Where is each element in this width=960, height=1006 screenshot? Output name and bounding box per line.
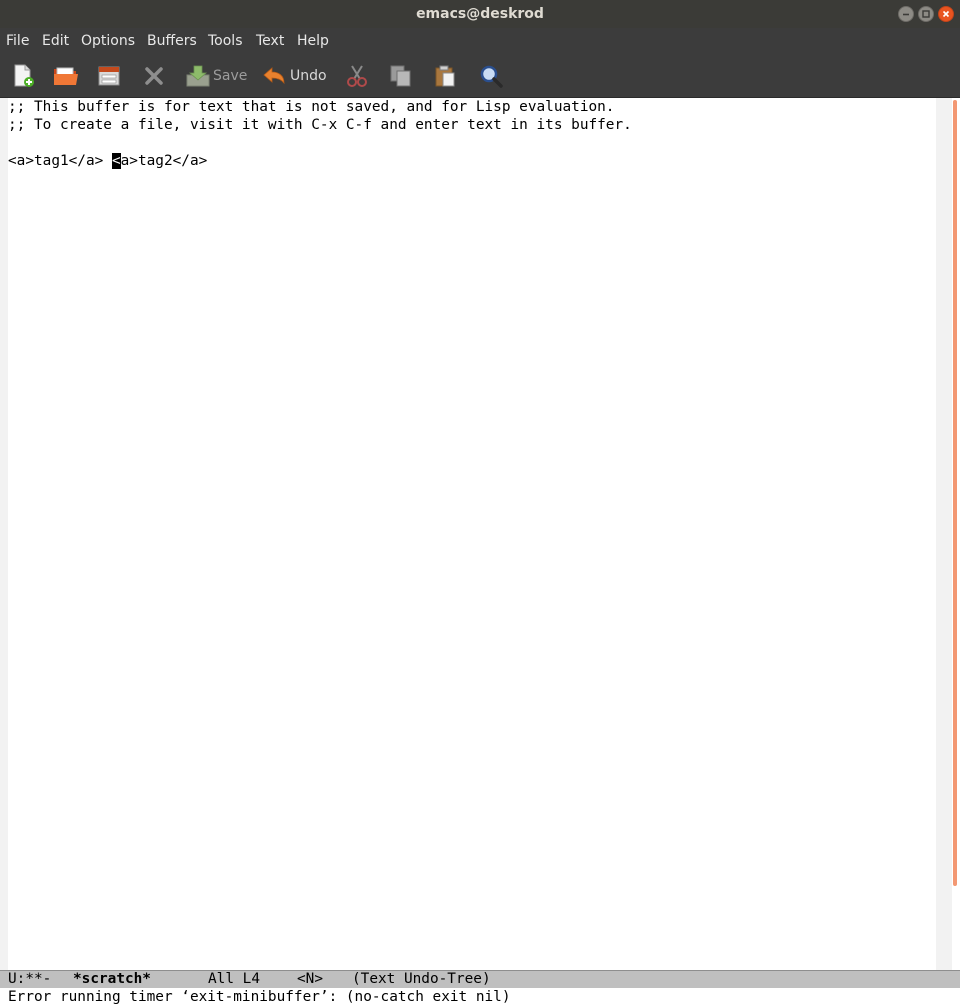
cut-button[interactable]: [344, 62, 370, 90]
close-icon: [942, 10, 950, 18]
left-fringe: [0, 98, 8, 970]
new-file-button[interactable]: [10, 62, 36, 90]
modeline-buffer-name[interactable]: *scratch*: [73, 971, 151, 988]
menu-file[interactable]: File: [6, 28, 29, 54]
new-file-icon: [14, 64, 34, 87]
copy-icon: [390, 65, 411, 87]
buffer-line-1: ;; This buffer is for text that is not s…: [8, 99, 615, 115]
right-fringe: [936, 98, 952, 970]
minimize-button[interactable]: [898, 6, 914, 22]
menu-buffers[interactable]: Buffers: [147, 28, 197, 54]
mode-line[interactable]: U:**- *scratch* All L4 <N> (Text Undo-Tr…: [0, 970, 960, 988]
paste-button[interactable]: [432, 62, 458, 90]
menu-edit[interactable]: Edit: [42, 28, 69, 54]
modeline-narrow: <N>: [297, 971, 323, 987]
menu-tools[interactable]: Tools: [208, 28, 243, 54]
close-window-button[interactable]: [938, 6, 954, 22]
echo-message: Error running timer ‘exit-minibuffer’: (…: [8, 989, 511, 1005]
text-buffer[interactable]: ;; This buffer is for text that is not s…: [8, 98, 936, 970]
text-cursor: <: [111, 153, 121, 169]
dired-button[interactable]: [96, 62, 122, 90]
menu-text[interactable]: Text: [256, 28, 284, 54]
cut-icon: [347, 65, 367, 87]
modeline-status: U:**-: [8, 971, 52, 987]
undo-icon: [263, 67, 285, 85]
window-title: emacs@deskrod: [416, 6, 544, 22]
save-label: Save: [213, 68, 248, 84]
save-icon: [186, 65, 210, 87]
tool-bar: Save Undo: [0, 54, 960, 98]
echo-area: Error running timer ‘exit-minibuffer’: (…: [0, 988, 960, 1006]
close-buffer-icon: [145, 67, 163, 85]
search-button[interactable]: [478, 62, 504, 90]
buffer-line-4: <a>tag1</a> <a>tag2</a>: [8, 152, 207, 170]
open-file-button[interactable]: [52, 62, 80, 90]
scrollbar-thumb[interactable]: [953, 100, 957, 886]
undo-label: Undo: [290, 68, 327, 84]
open-folder-icon: [54, 67, 78, 85]
copy-button[interactable]: [388, 62, 414, 90]
line-text-after-cursor: a>tag2</a>: [120, 153, 208, 169]
dired-icon: [98, 66, 120, 86]
search-icon: [480, 65, 503, 88]
line-text-before-cursor: <a>tag1</a>: [8, 153, 112, 169]
maximize-icon: [922, 10, 930, 18]
buffer-line-2: ;; To create a file, visit it with C-x C…: [8, 117, 632, 133]
undo-button[interactable]: Undo: [262, 62, 327, 90]
save-button[interactable]: Save: [185, 62, 247, 90]
minimize-icon: [903, 13, 909, 16]
menu-bar: File Edit Options Buffers Tools Text Hel…: [0, 28, 960, 54]
maximize-button[interactable]: [918, 6, 934, 22]
title-bar: emacs@deskrod: [0, 0, 960, 28]
menu-help[interactable]: Help: [297, 28, 329, 54]
modeline-modes[interactable]: (Text Undo-Tree): [352, 971, 491, 988]
modeline-position: All L4: [208, 971, 260, 987]
menu-options[interactable]: Options: [81, 28, 135, 54]
kill-buffer-button[interactable]: [141, 62, 167, 90]
paste-icon: [435, 65, 455, 87]
